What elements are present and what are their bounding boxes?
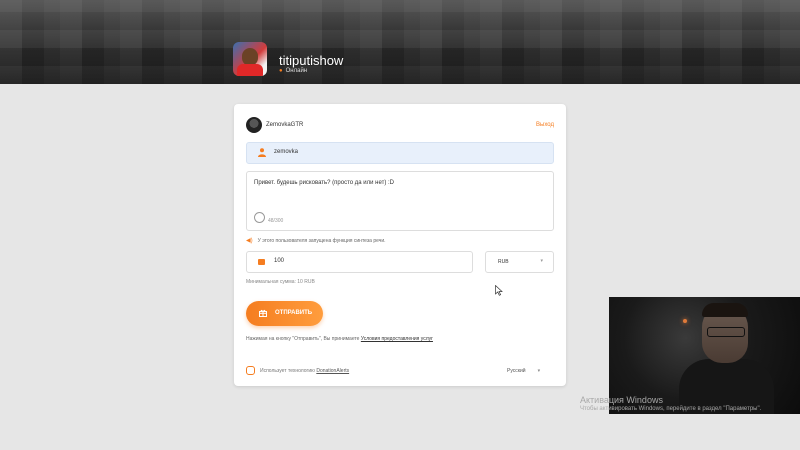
windows-activation-watermark: Активация Windows Чтобы активировать Win… (580, 396, 761, 414)
footer-powered-by: Использует технологию DonationAlerts (260, 368, 349, 374)
speaker-icon: ◀) (246, 238, 253, 244)
streamer-glasses (707, 327, 745, 337)
footer-prefix: Использует технологию (260, 368, 315, 374)
gift-icon (259, 309, 267, 317)
amount-value: 100 (274, 258, 285, 264)
online-status: ● Онлайн (279, 68, 307, 74)
header-banner (0, 0, 800, 84)
person-icon (258, 148, 266, 157)
status-label: Онлайн (285, 68, 308, 74)
terms-link[interactable]: Условия предоставления услуг (361, 336, 433, 342)
channel-name: titiputishow (279, 53, 344, 68)
name-field[interactable]: zemovka (246, 142, 554, 164)
status-dot-icon: ● (279, 68, 283, 74)
activation-text: Чтобы активировать Windows, перейдите в … (580, 406, 762, 412)
amount-input[interactable]: 100 (246, 251, 473, 273)
message-text: Привет. будешь рисковать? (просто да или… (254, 180, 394, 186)
donation-card: ZemovkaGTR Выход zemovka Привет. будешь … (234, 104, 566, 386)
min-sum-note: Минимальная сумма: 10 RUB (246, 279, 315, 285)
language-value: Русский (507, 368, 526, 374)
message-textarea[interactable]: Привет. будешь рисковать? (просто да или… (246, 171, 554, 231)
language-select[interactable]: Русский ▾ (507, 368, 540, 374)
mouse-cursor-icon (495, 285, 503, 296)
terms-prefix: Нажимая на кнопку "Отправить", Вы приним… (246, 336, 360, 342)
currency-select[interactable]: RUB ▾ (485, 251, 554, 273)
user-avatar (246, 117, 262, 133)
streamer-hair (702, 303, 748, 317)
char-counter: 48/300 (268, 218, 284, 224)
emoji-icon[interactable] (254, 212, 265, 223)
avatar-shirt (237, 64, 263, 76)
chevron-down-icon: ▾ (537, 368, 541, 374)
user-name: ZemovkaGTR (266, 122, 304, 128)
send-button[interactable]: ОТПРАВИТЬ (246, 301, 323, 326)
channel-avatar (233, 42, 267, 76)
tts-note: ◀) У этого пользователя запущена функция … (246, 237, 386, 244)
donationalerts-logo-icon (246, 366, 255, 375)
donationalerts-link[interactable]: DonationAlerts (316, 368, 349, 374)
background-light (683, 319, 687, 323)
money-icon (258, 259, 265, 265)
activation-title: Активация Windows (580, 395, 663, 405)
send-button-label: ОТПРАВИТЬ (275, 310, 313, 316)
terms-note: Нажимая на кнопку "Отправить", Вы приним… (246, 336, 433, 342)
name-value: zemovka (274, 149, 299, 155)
logout-link[interactable]: Выход (536, 122, 554, 128)
tts-note-text: У этого пользователя запущена функция си… (257, 238, 386, 244)
chevron-down-icon: ▾ (540, 258, 543, 264)
currency-value: RUB (498, 259, 509, 265)
